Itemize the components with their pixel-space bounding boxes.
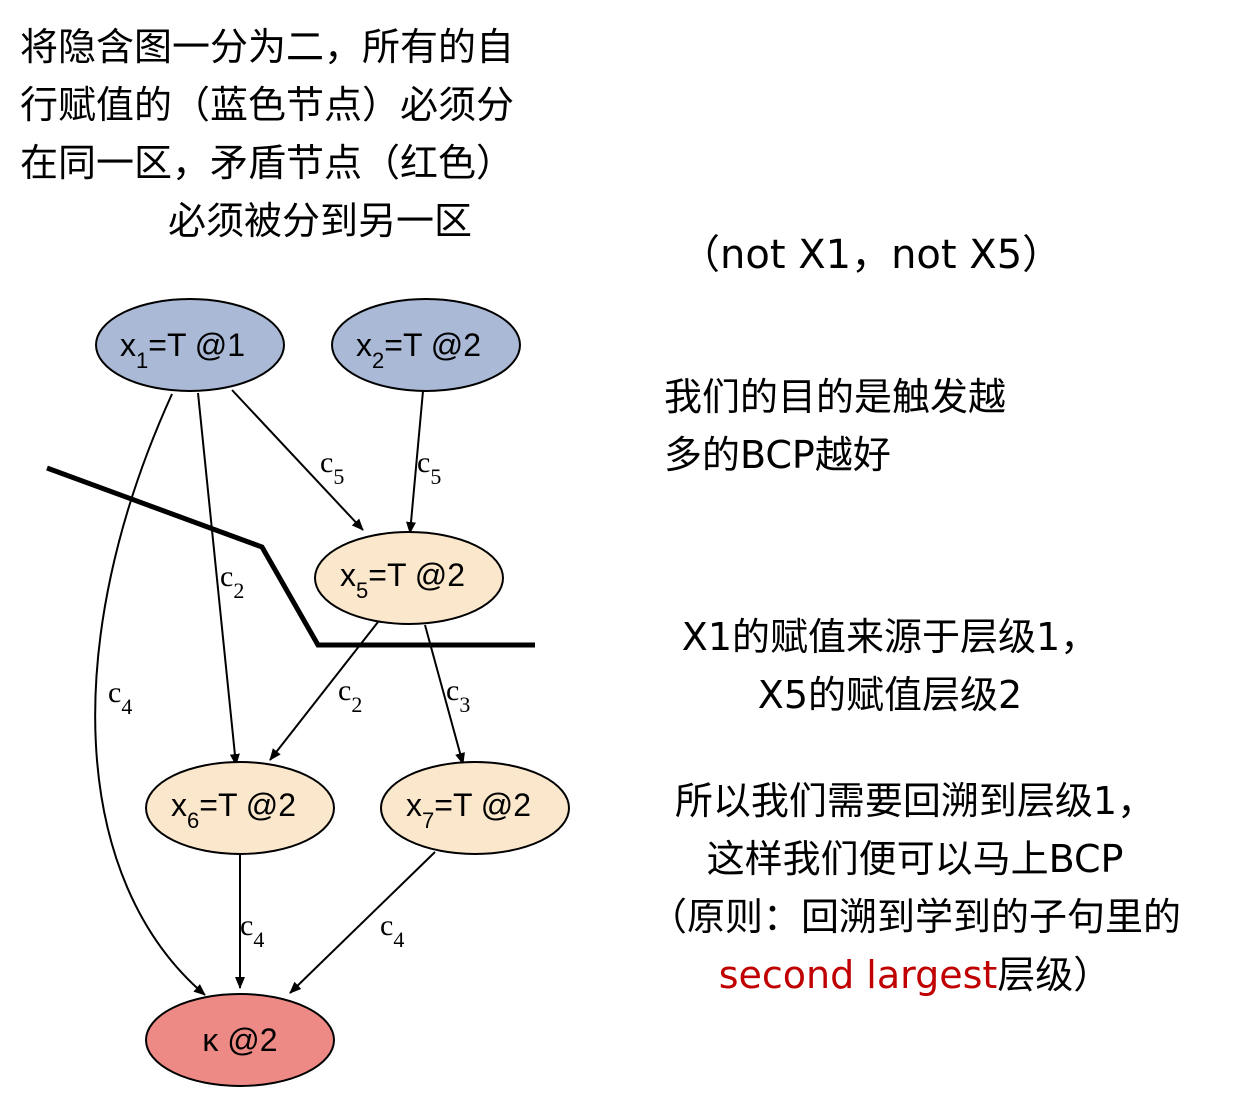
edge-label-x1-kappa: c4 — [108, 676, 132, 719]
edge-label-x1-x5: c5 — [320, 446, 344, 489]
node-x5: x5=T @2 — [314, 531, 504, 625]
edge-x7-kappa — [289, 851, 436, 994]
edge-label-x2-x5: c5 — [417, 446, 441, 489]
node-x2: x2=T @2 — [331, 298, 521, 392]
node-x7: x7=T @2 — [380, 761, 570, 855]
implication-graph: c5 c5 c2 c4 c2 c3 c4 c4 x1=T @1 x2=T @2 … — [46, 298, 570, 1087]
node-kappa: κ @2 — [145, 993, 335, 1087]
edge-x1-x5 — [231, 389, 364, 531]
edge-label-x5-x6: c2 — [338, 674, 362, 717]
node-x1: x1=T @1 — [95, 298, 285, 392]
svg-text:κ @2: κ @2 — [202, 1022, 277, 1058]
edge-label-x6-kappa: c4 — [240, 909, 264, 952]
edge-label-x5-x7: c3 — [446, 674, 470, 717]
node-x6: x6=T @2 — [145, 761, 335, 855]
edge-label-x7-kappa: c4 — [380, 909, 404, 952]
edge-label-x1-x6: c2 — [220, 560, 244, 603]
